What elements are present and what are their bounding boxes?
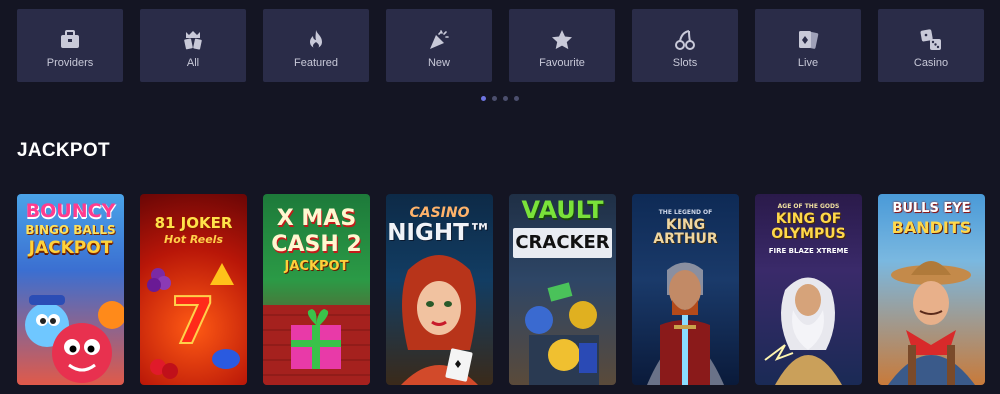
game-artwork	[647, 262, 724, 385]
category-label: Providers	[46, 57, 94, 69]
game-title: X MAS	[276, 206, 357, 231]
svg-text:7: 7	[171, 285, 216, 359]
game-title: BOUNCY	[25, 200, 116, 222]
game-card-king-of-olympus[interactable]: AGE OF THE GODS KING OF OLYMPUS FIRE BLA…	[755, 194, 862, 385]
game-card-vault-cracker[interactable]: VAULT CRACKER	[509, 194, 616, 385]
game-subtitle: NIGHT™	[387, 220, 492, 246]
category-providers[interactable]: Providers	[17, 9, 123, 82]
game-artwork	[764, 277, 842, 385]
category-all[interactable]: All	[140, 9, 246, 82]
dice-icon	[918, 27, 944, 53]
game-subtitle: BINGO BALLS	[25, 223, 116, 237]
carousel-pagination	[481, 96, 519, 101]
category-label: Live	[797, 57, 819, 69]
game-subtitle: CRACKER	[515, 232, 610, 253]
game-grid: BOUNCY BINGO BALLS JACKPOT 81 JOKER Hot …	[17, 194, 985, 385]
category-bar: Providers All Featured New Favourite Slo…	[17, 9, 984, 82]
category-favourite[interactable]: Favourite	[509, 9, 615, 82]
game-subtitle: KING OF OLYMPUS	[771, 211, 846, 242]
category-label: Featured	[293, 57, 339, 69]
star-icon	[549, 27, 575, 53]
game-card-king-arthur[interactable]: THE LEGEND OF KING ARTHUR	[632, 194, 739, 385]
game-title: AGE OF THE GODS	[777, 203, 840, 210]
game-card-casino-night[interactable]: CASINO NIGHT™	[386, 194, 493, 385]
category-casino[interactable]: Casino	[878, 9, 984, 82]
crown-cards-icon	[180, 27, 206, 53]
pagination-dot-active[interactable]	[481, 96, 486, 101]
game-card-81-joker-hot-reels[interactable]: 81 JOKER Hot Reels 7	[140, 194, 247, 385]
game-artwork	[888, 261, 975, 385]
pagination-dot[interactable]	[503, 96, 508, 101]
briefcase-icon	[57, 27, 83, 53]
game-subtitle: BANDITS	[891, 218, 972, 237]
category-label: Casino	[913, 57, 949, 69]
section-title: JACKPOT	[17, 140, 110, 161]
game-title: 81 JOKER	[154, 214, 233, 232]
game-card-bulls-eye-bandits[interactable]: BULLS EYE BANDITS	[878, 194, 985, 385]
category-slots[interactable]: Slots	[632, 9, 738, 82]
category-label: All	[186, 57, 200, 69]
game-artwork	[263, 305, 370, 385]
game-title: THE LEGEND OF	[658, 209, 713, 216]
game-tagline: FIRE BLAZE XTREME	[768, 247, 849, 255]
game-title: BULLS EYE	[892, 201, 971, 216]
game-tagline: JACKPOT	[284, 259, 349, 274]
category-label: Slots	[672, 57, 698, 69]
pagination-dot[interactable]	[492, 96, 497, 101]
playing-cards-icon	[795, 27, 821, 53]
game-artwork	[401, 255, 478, 385]
game-tagline: JACKPOT	[28, 238, 113, 258]
game-title: VAULT	[521, 196, 604, 224]
category-live[interactable]: Live	[755, 9, 861, 82]
game-card-bouncy-bingo-balls[interactable]: BOUNCY BINGO BALLS JACKPOT	[17, 194, 124, 385]
category-label: Favourite	[539, 57, 585, 69]
game-subtitle: Hot Reels	[163, 233, 223, 246]
game-title: CASINO	[409, 205, 470, 221]
game-artwork	[25, 295, 124, 383]
game-subtitle: CASH 2	[271, 232, 362, 257]
category-label: New	[427, 57, 450, 69]
game-card-xmas-cash-2-jackpot[interactable]: X MAS CASH 2 JACKPOT	[263, 194, 370, 385]
game-artwork: 7	[147, 263, 240, 379]
cherries-icon	[672, 27, 698, 53]
category-new[interactable]: New	[386, 9, 492, 82]
category-featured[interactable]: Featured	[263, 9, 369, 82]
game-artwork	[525, 282, 599, 385]
fire-icon	[303, 27, 329, 53]
pagination-dot[interactable]	[514, 96, 519, 101]
game-subtitle: KING ARTHUR	[653, 217, 718, 247]
party-popper-icon	[426, 27, 452, 53]
